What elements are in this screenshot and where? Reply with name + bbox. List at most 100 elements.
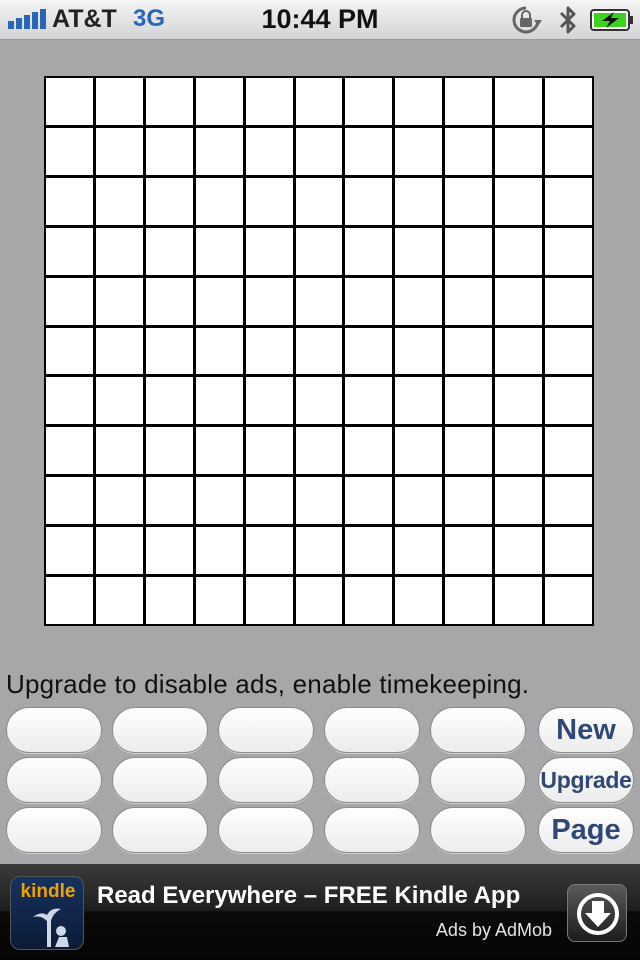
grid-cell[interactable] xyxy=(445,177,493,225)
grid-cell[interactable] xyxy=(545,177,592,225)
grid-cell[interactable] xyxy=(295,477,343,525)
grid-cell[interactable] xyxy=(195,227,243,275)
grid-cell[interactable] xyxy=(145,277,193,325)
grid-cell[interactable] xyxy=(245,177,293,225)
grid-cell[interactable] xyxy=(95,277,143,325)
grid-cell[interactable] xyxy=(545,78,592,125)
grid-cell[interactable] xyxy=(46,227,93,275)
blank-key[interactable] xyxy=(6,807,102,853)
blank-key[interactable] xyxy=(112,757,208,803)
grid-cell[interactable] xyxy=(195,277,243,325)
grid-cell[interactable] xyxy=(46,327,93,375)
blank-key[interactable] xyxy=(324,757,420,803)
grid-cell[interactable] xyxy=(495,527,543,575)
grid-cell[interactable] xyxy=(145,78,193,125)
grid-cell[interactable] xyxy=(395,577,443,624)
ad-title[interactable]: Read Everywhere – FREE Kindle App xyxy=(97,882,520,910)
grid-cell[interactable] xyxy=(295,377,343,425)
grid-cell[interactable] xyxy=(46,78,93,125)
grid-cell[interactable] xyxy=(95,327,143,375)
grid-cell[interactable] xyxy=(445,127,493,175)
grid-cell[interactable] xyxy=(145,577,193,624)
grid-cell[interactable] xyxy=(245,78,293,125)
grid-cell[interactable] xyxy=(145,527,193,575)
grid-cell[interactable] xyxy=(345,78,393,125)
grid-cell[interactable] xyxy=(145,177,193,225)
grid-cell[interactable] xyxy=(495,427,543,475)
grid-cell[interactable] xyxy=(345,577,393,624)
grid-cell[interactable] xyxy=(145,427,193,475)
download-button[interactable] xyxy=(567,884,627,942)
grid-cell[interactable] xyxy=(495,577,543,624)
grid-cell[interactable] xyxy=(495,277,543,325)
grid-cell[interactable] xyxy=(545,427,592,475)
grid-cell[interactable] xyxy=(46,127,93,175)
grid-cell[interactable] xyxy=(195,327,243,375)
grid-cell[interactable] xyxy=(95,477,143,525)
grid-cell[interactable] xyxy=(295,427,343,475)
grid-cell[interactable] xyxy=(445,427,493,475)
grid-cell[interactable] xyxy=(345,327,393,375)
grid-cell[interactable] xyxy=(195,78,243,125)
grid-cell[interactable] xyxy=(345,177,393,225)
grid-cell[interactable] xyxy=(545,227,592,275)
grid-cell[interactable] xyxy=(295,577,343,624)
grid-cell[interactable] xyxy=(95,377,143,425)
blank-key[interactable] xyxy=(112,807,208,853)
grid-cell[interactable] xyxy=(445,277,493,325)
grid-cell[interactable] xyxy=(295,227,343,275)
grid-cell[interactable] xyxy=(495,177,543,225)
grid-cell[interactable] xyxy=(245,327,293,375)
grid-cell[interactable] xyxy=(245,577,293,624)
blank-key[interactable] xyxy=(218,707,314,753)
grid-cell[interactable] xyxy=(46,477,93,525)
grid-cell[interactable] xyxy=(545,127,592,175)
blank-key[interactable] xyxy=(112,707,208,753)
grid-cell[interactable] xyxy=(145,377,193,425)
grid-cell[interactable] xyxy=(145,227,193,275)
grid-cell[interactable] xyxy=(245,377,293,425)
grid-cell[interactable] xyxy=(545,577,592,624)
blank-key[interactable] xyxy=(430,757,526,803)
blank-key[interactable] xyxy=(324,807,420,853)
grid-cell[interactable] xyxy=(245,527,293,575)
grid-cell[interactable] xyxy=(445,527,493,575)
grid-cell[interactable] xyxy=(495,377,543,425)
grid-cell[interactable] xyxy=(295,277,343,325)
grid-cell[interactable] xyxy=(46,527,93,575)
grid-cell[interactable] xyxy=(95,527,143,575)
grid-cell[interactable] xyxy=(345,227,393,275)
grid-cell[interactable] xyxy=(545,527,592,575)
grid-cell[interactable] xyxy=(395,78,443,125)
grid-cell[interactable] xyxy=(95,127,143,175)
blank-key[interactable] xyxy=(6,707,102,753)
grid-cell[interactable] xyxy=(345,277,393,325)
blank-key[interactable] xyxy=(430,707,526,753)
grid-cell[interactable] xyxy=(445,477,493,525)
grid-cell[interactable] xyxy=(445,327,493,375)
grid-cell[interactable] xyxy=(495,327,543,375)
blank-key[interactable] xyxy=(6,757,102,803)
grid-cell[interactable] xyxy=(195,477,243,525)
grid-cell[interactable] xyxy=(445,377,493,425)
grid-cell[interactable] xyxy=(46,177,93,225)
grid-cell[interactable] xyxy=(495,127,543,175)
grid-cell[interactable] xyxy=(245,127,293,175)
grid-cell[interactable] xyxy=(95,577,143,624)
grid-cell[interactable] xyxy=(95,177,143,225)
grid-cell[interactable] xyxy=(545,327,592,375)
blank-key[interactable] xyxy=(218,757,314,803)
grid-cell[interactable] xyxy=(245,477,293,525)
grid-cell[interactable] xyxy=(395,277,443,325)
grid-cell[interactable] xyxy=(345,477,393,525)
grid-cell[interactable] xyxy=(545,377,592,425)
grid-cell[interactable] xyxy=(395,127,443,175)
grid-cell[interactable] xyxy=(46,377,93,425)
grid-cell[interactable] xyxy=(46,427,93,475)
grid-cell[interactable] xyxy=(495,227,543,275)
puzzle-grid[interactable] xyxy=(44,76,594,626)
new-button[interactable]: New xyxy=(538,707,634,753)
grid-cell[interactable] xyxy=(395,227,443,275)
grid-cell[interactable] xyxy=(145,327,193,375)
grid-cell[interactable] xyxy=(545,477,592,525)
